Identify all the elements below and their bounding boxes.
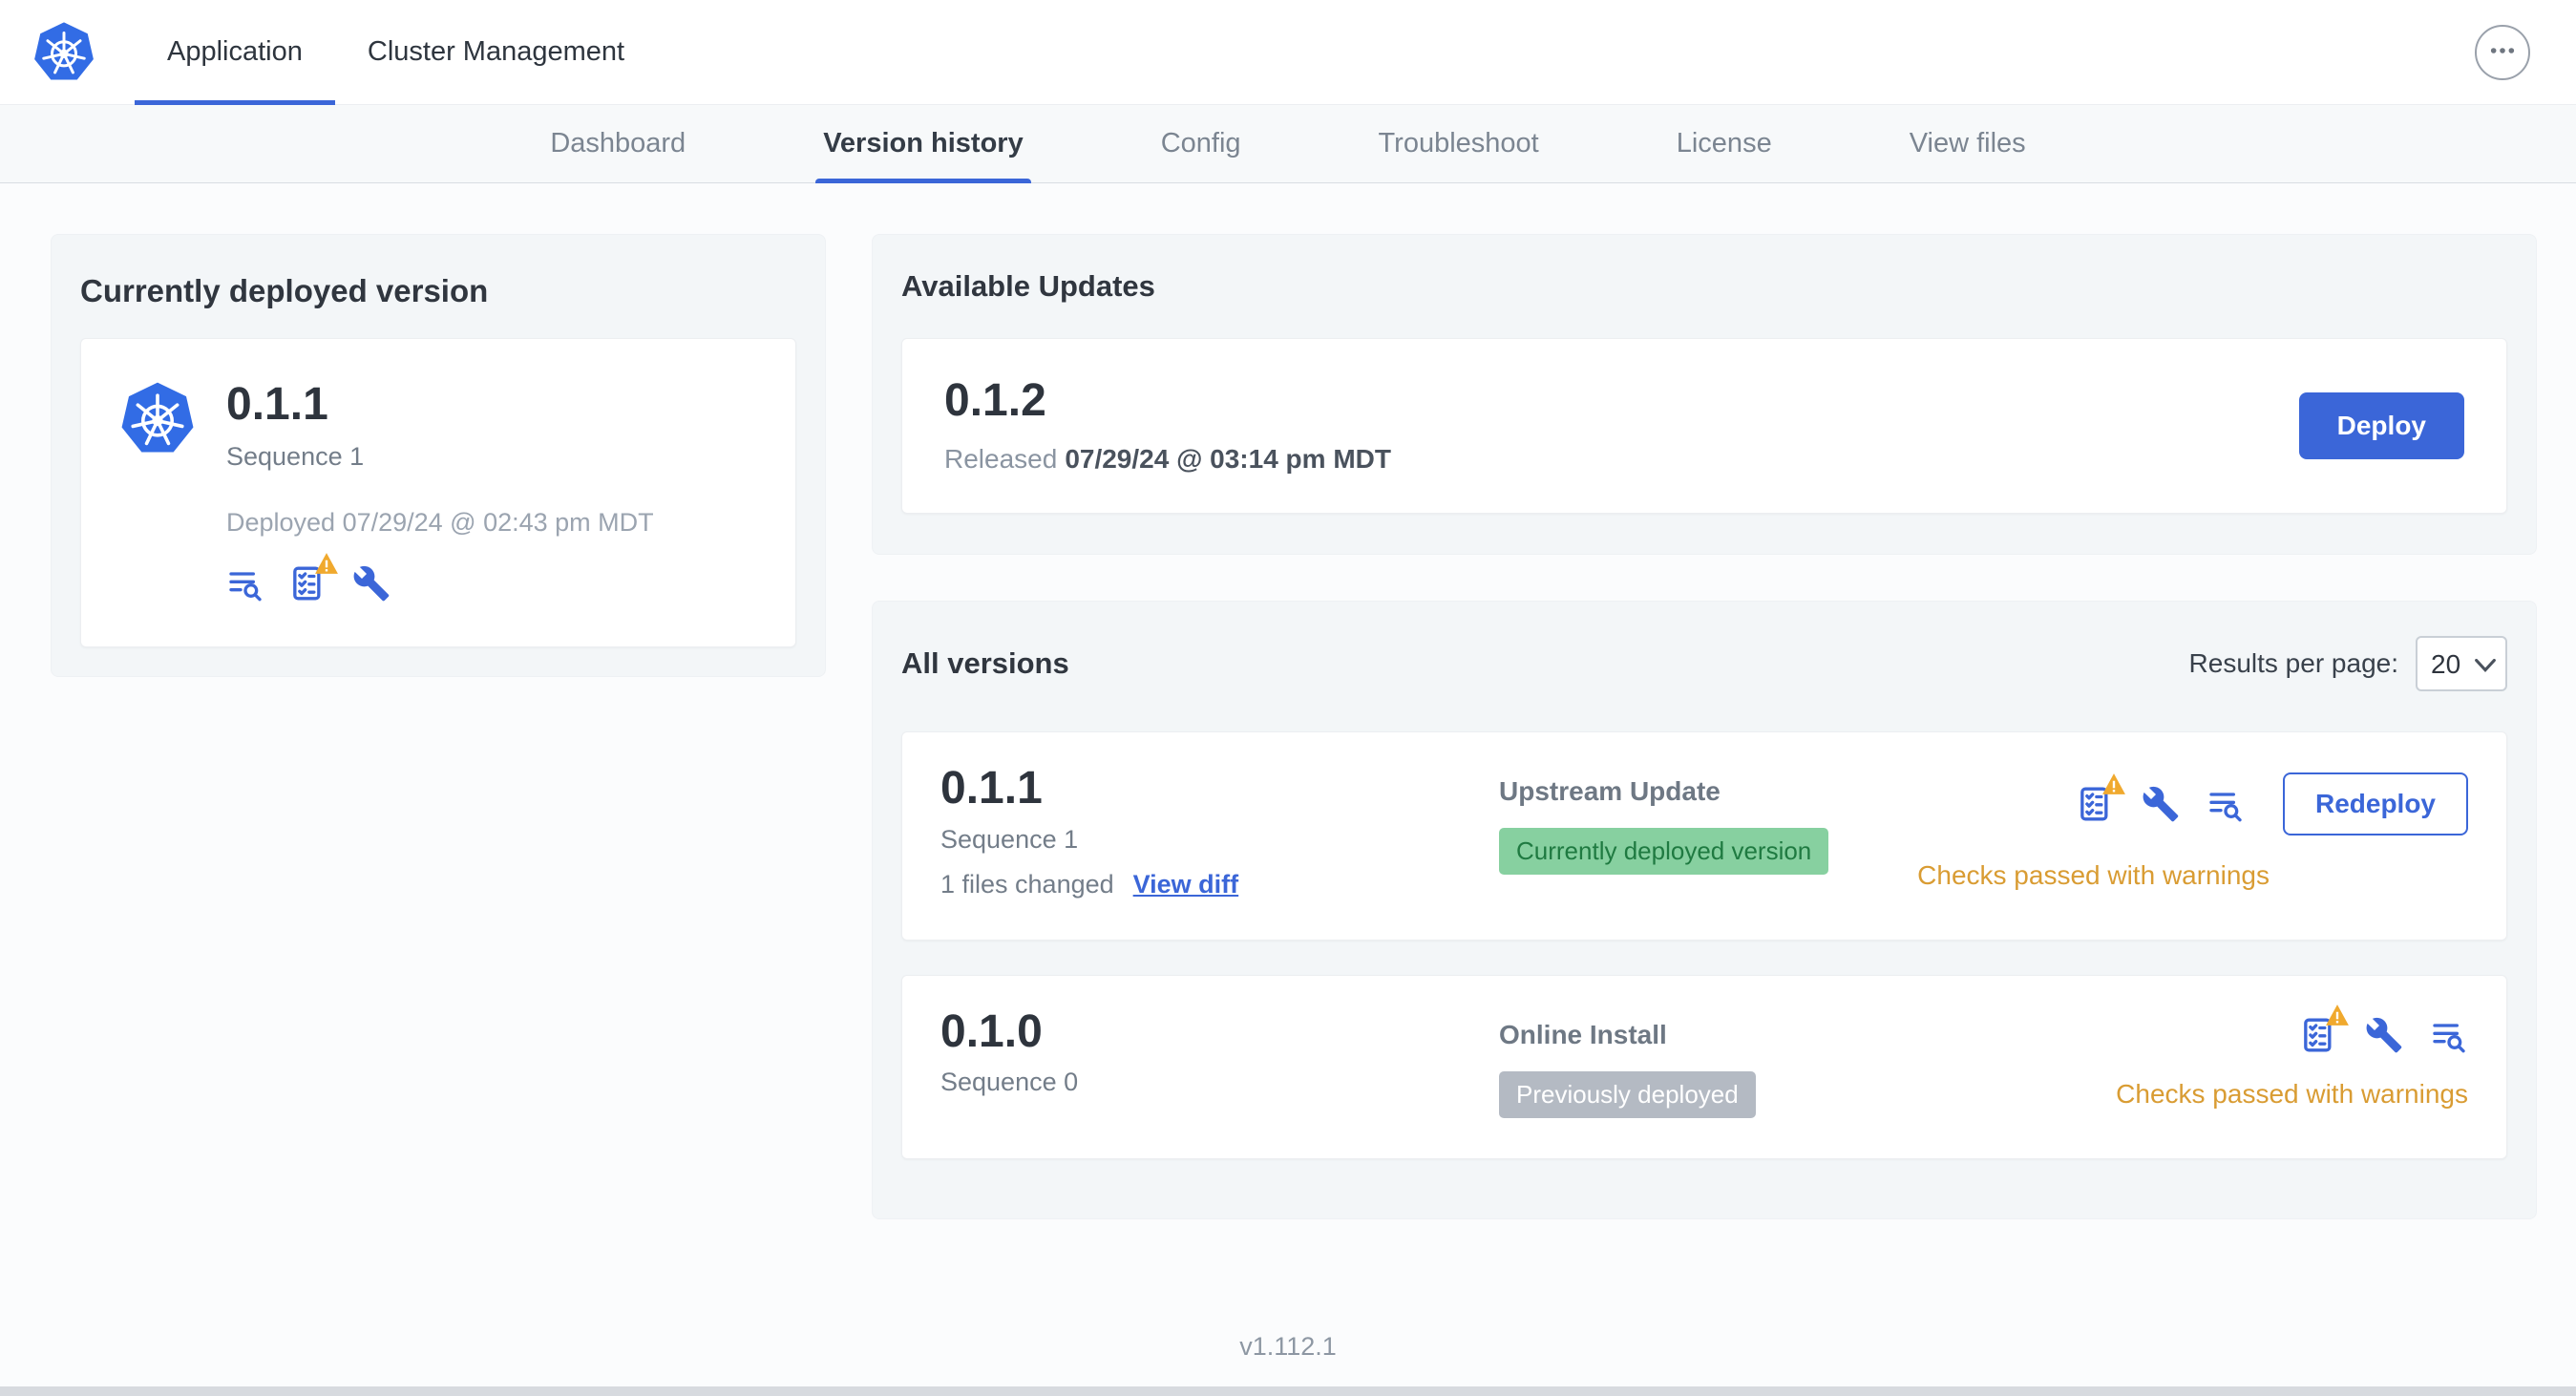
update-info: 0.1.2 Released 07/29/24 @ 03:14 pm MDT <box>944 375 1391 475</box>
tab-troubleshoot-label: Troubleshoot <box>1378 128 1539 159</box>
update-version-number: 0.1.2 <box>944 375 1046 426</box>
console-version: v1.112.1 <box>1239 1332 1337 1361</box>
all-versions-title: All versions <box>901 646 1069 681</box>
config-icon[interactable] <box>2142 785 2180 823</box>
release-notes-icon[interactable] <box>226 564 264 603</box>
version-source: Upstream Update <box>1499 776 1721 807</box>
version-row-middle: Upstream Update Currently deployed versi… <box>1499 765 1917 899</box>
tab-license-label: License <box>1676 128 1772 159</box>
release-notes-icon[interactable] <box>2206 785 2245 823</box>
app-level-tabs: Application Cluster Management <box>135 0 657 105</box>
released-date: 07/29/24 @ 03:14 pm MDT <box>1065 444 1391 475</box>
checks-status[interactable]: Checks passed with warnings <box>1917 860 2270 891</box>
app-icon <box>119 381 196 457</box>
tab-version-history-label: Version history <box>823 128 1024 159</box>
tab-application-label: Application <box>167 36 303 67</box>
tab-license[interactable]: License <box>1669 105 1780 182</box>
redeploy-button[interactable]: Redeploy <box>2282 772 2468 836</box>
row-sequence: Sequence 0 <box>940 1068 1079 1097</box>
sub-nav: Dashboard Version history Config Trouble… <box>0 105 2576 183</box>
deploy-button[interactable]: Deploy <box>2298 392 2464 460</box>
deployed-date: Deployed 07/29/24 @ 02:43 pm MDT <box>226 508 654 538</box>
preflight-checks-icon[interactable] <box>289 553 338 603</box>
results-per-page: Results per page: 20 <box>2188 636 2507 692</box>
kubernetes-logo-icon <box>32 21 95 84</box>
version-rows: 0.1.1 Sequence 1 1 files changed View di… <box>901 731 2507 1159</box>
row-sequence: Sequence 1 <box>940 824 1079 854</box>
tab-config[interactable]: Config <box>1153 105 1249 182</box>
available-updates-panel: Available Updates 0.1.2 Released 07/29/24… <box>872 234 2537 556</box>
tab-cluster-management-label: Cluster Management <box>367 36 625 67</box>
footer: v1.112.1 <box>0 1303 2576 1386</box>
preflight-checks-icon[interactable] <box>2077 773 2125 823</box>
all-versions-header: All versions Results per page: 20 <box>901 636 2507 692</box>
main-content: Currently deployed version 0.1.1 Sequenc… <box>0 183 2576 1303</box>
version-row-middle: Online Install Previously deployed <box>1499 1008 2116 1118</box>
available-updates-title: Available Updates <box>901 269 1155 303</box>
current-version-panel: Currently deployed version 0.1.1 Sequenc… <box>51 234 826 678</box>
ellipsis-icon <box>2487 35 2518 69</box>
version-row-left: 0.1.1 Sequence 1 1 files changed View di… <box>940 763 1499 899</box>
tab-application[interactable]: Application <box>135 0 335 105</box>
deployed-sequence: Sequence 1 <box>226 442 365 472</box>
files-changed-text: 1 files changed <box>940 869 1114 899</box>
version-row-action-icons: Redeploy <box>2077 772 2468 836</box>
warning-triangle-icon <box>2102 773 2125 795</box>
deployed-version-number: 0.1.1 <box>226 379 328 430</box>
window-bottom-strip <box>0 1386 2576 1396</box>
row-version-number: 0.1.1 <box>940 763 1043 814</box>
deployed-version-info: 0.1.1 Sequence 1 Deployed 07/29/24 @ 02:… <box>226 379 654 603</box>
config-icon[interactable] <box>2365 1016 2403 1054</box>
tab-view-files[interactable]: View files <box>1902 105 2034 182</box>
files-changed-line: 1 files changed View diff <box>940 870 1499 899</box>
tab-troubleshoot[interactable]: Troubleshoot <box>1371 105 1547 182</box>
release-notes-icon[interactable] <box>2430 1016 2468 1054</box>
previously-deployed-badge: Previously deployed <box>1499 1070 1756 1118</box>
tab-dashboard[interactable]: Dashboard <box>542 105 693 182</box>
version-row-0-1-1: 0.1.1 Sequence 1 1 files changed View di… <box>901 731 2507 941</box>
top-nav: Application Cluster Management <box>0 0 2576 105</box>
deployed-version-card: 0.1.1 Sequence 1 Deployed 07/29/24 @ 02:… <box>80 338 796 648</box>
released-prefix: Released <box>944 444 1058 475</box>
version-row-actions: Checks passed with warnings <box>2116 1004 2468 1118</box>
row-version-number: 0.1.0 <box>940 1005 1043 1057</box>
deployed-icon-row <box>226 553 654 603</box>
version-source: Online Install <box>1499 1019 1667 1049</box>
tab-cluster-management[interactable]: Cluster Management <box>335 0 657 104</box>
warning-triangle-icon <box>315 553 338 575</box>
update-released-line: Released 07/29/24 @ 03:14 pm MDT <box>944 444 1391 475</box>
view-diff-link[interactable]: View diff <box>1133 870 1239 899</box>
tab-config-label: Config <box>1160 128 1241 159</box>
version-row-actions: Redeploy Checks passed with warnings <box>1917 765 2468 899</box>
version-row-0-1-0: 0.1.0 Sequence 0 Online Install Previous… <box>901 974 2507 1159</box>
results-per-page-label: Results per page: <box>2188 648 2398 679</box>
tab-view-files-label: View files <box>1909 128 2026 159</box>
currently-deployed-badge: Currently deployed version <box>1499 828 1829 876</box>
current-version-title: Currently deployed version <box>80 273 489 308</box>
all-versions-panel: All versions Results per page: 20 0.1.1 … <box>872 601 2537 1219</box>
tab-version-history[interactable]: Version history <box>815 105 1031 183</box>
checks-status[interactable]: Checks passed with warnings <box>2116 1079 2468 1110</box>
results-per-page-select-wrap: 20 <box>2416 636 2507 692</box>
right-column: Available Updates 0.1.2 Released 07/29/24… <box>872 234 2537 1219</box>
more-menu-button[interactable] <box>2475 24 2530 80</box>
version-row-left: 0.1.0 Sequence 0 <box>940 1005 1499 1118</box>
tab-dashboard-label: Dashboard <box>550 128 686 159</box>
results-per-page-select[interactable]: 20 <box>2416 636 2507 692</box>
update-card: 0.1.2 Released 07/29/24 @ 03:14 pm MDT De… <box>901 338 2507 515</box>
version-row-action-icons <box>2300 1004 2468 1054</box>
preflight-checks-icon[interactable] <box>2300 1004 2349 1054</box>
config-icon[interactable] <box>352 564 391 603</box>
warning-triangle-icon <box>2326 1004 2349 1026</box>
